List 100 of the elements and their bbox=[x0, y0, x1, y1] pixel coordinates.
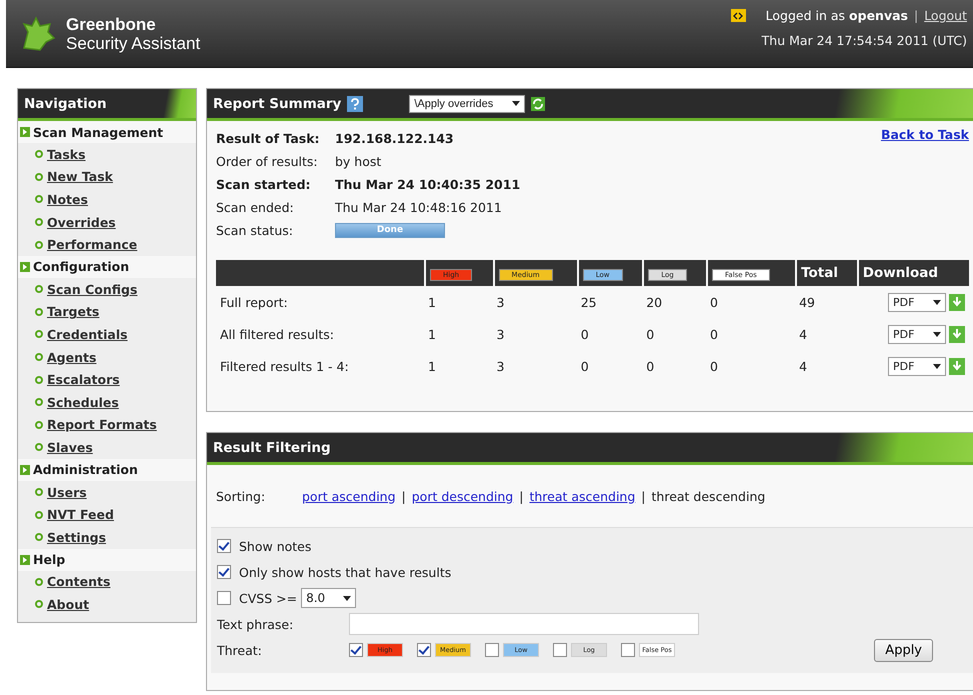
sort-option: threat descending bbox=[652, 488, 766, 504]
sort-link[interactable]: port ascending bbox=[302, 488, 396, 504]
checkbox[interactable] bbox=[621, 643, 635, 657]
sort-link[interactable]: port descending bbox=[412, 488, 514, 504]
panel-title: Report Summary bbox=[213, 96, 342, 112]
checkbox[interactable] bbox=[417, 643, 431, 657]
nav-link[interactable]: Schedules bbox=[47, 394, 119, 410]
bullet-icon bbox=[35, 443, 43, 452]
format-select[interactable]: PDF bbox=[888, 356, 946, 376]
row-label: All filtered results: bbox=[220, 326, 334, 342]
bullet-icon bbox=[35, 510, 43, 519]
text-phrase-field[interactable] bbox=[349, 613, 699, 635]
bullet-icon bbox=[35, 353, 43, 362]
bullet-icon bbox=[35, 172, 43, 181]
table-cell: 4 bbox=[799, 358, 808, 374]
table-cell: 0 bbox=[646, 326, 654, 342]
separator: | bbox=[402, 488, 406, 504]
table-cell: 1 bbox=[428, 326, 436, 342]
table-cell: 0 bbox=[710, 358, 718, 374]
nav-link[interactable]: Performance bbox=[47, 237, 138, 252]
nav-link[interactable]: Credentials bbox=[47, 326, 128, 342]
checkbox[interactable] bbox=[485, 643, 499, 657]
bullet-icon bbox=[35, 533, 43, 542]
refresh-icon[interactable] bbox=[531, 96, 546, 110]
download-icon[interactable] bbox=[949, 326, 965, 342]
bullet-icon bbox=[35, 308, 43, 316]
info-label: Order of results: bbox=[216, 154, 319, 169]
caret-icon bbox=[343, 596, 352, 600]
code-icon[interactable] bbox=[730, 9, 746, 22]
checkbox-label: Show notes bbox=[239, 538, 312, 554]
bullet-icon bbox=[35, 600, 43, 608]
table-cell: 1 bbox=[428, 294, 436, 310]
bullet-icon bbox=[35, 578, 43, 586]
table-cell: 0 bbox=[710, 326, 718, 342]
nav-link[interactable]: Contents bbox=[47, 574, 110, 590]
info-label: Scan ended: bbox=[216, 200, 295, 215]
brand-subtitle: Security Assistant bbox=[66, 34, 200, 52]
brand-name: Greenbone bbox=[66, 14, 157, 34]
separator: | bbox=[641, 488, 646, 504]
checkbox[interactable] bbox=[553, 643, 567, 657]
bullet-icon bbox=[35, 420, 43, 429]
info-value: Thu Mar 24 10:48:16 2011 bbox=[335, 200, 502, 215]
nav-link[interactable]: Overrides bbox=[47, 214, 116, 230]
sorting-label: Sorting: bbox=[216, 488, 266, 504]
table-header: Total bbox=[795, 260, 857, 286]
info-label: Result of Task: bbox=[216, 131, 321, 146]
nav-link[interactable]: Report Formats bbox=[47, 417, 157, 432]
nav-link[interactable]: NVT Feed bbox=[47, 507, 114, 522]
table-cell: 0 bbox=[580, 326, 589, 342]
info-label: Scan started: bbox=[216, 177, 312, 192]
caret-icon bbox=[933, 332, 941, 336]
caret-icon bbox=[933, 364, 941, 368]
nav-link[interactable]: Agents bbox=[47, 350, 96, 365]
nav-section-title: Help bbox=[33, 552, 66, 567]
cvss-select[interactable]: 8.0 bbox=[301, 588, 356, 608]
panel-title: Result Filtering bbox=[213, 440, 331, 456]
table-cell: 0 bbox=[710, 294, 718, 310]
bullet-icon bbox=[35, 376, 43, 384]
date-time: Thu Mar 24 17:54:54 2011 (UTC) bbox=[762, 33, 967, 48]
checkbox[interactable] bbox=[349, 643, 363, 657]
table-cell: 0 bbox=[646, 358, 654, 374]
nav-link[interactable]: Tasks bbox=[47, 146, 86, 162]
download-icon[interactable] bbox=[949, 358, 965, 374]
field-label: Threat: bbox=[217, 642, 263, 658]
format-select[interactable]: PDF bbox=[888, 292, 946, 312]
row-label: Filtered results 1 - 4: bbox=[220, 358, 349, 374]
nav-link[interactable]: Escalators bbox=[47, 372, 120, 388]
nav-link[interactable]: Targets bbox=[47, 304, 100, 320]
separator: | bbox=[519, 488, 524, 504]
apply-button[interactable]: Apply bbox=[874, 638, 933, 662]
table-cell: 0 bbox=[580, 358, 589, 374]
back-link[interactable]: Back to Task bbox=[880, 127, 969, 242]
nav-link[interactable]: Users bbox=[47, 484, 87, 500]
help-icon[interactable] bbox=[347, 96, 364, 112]
table-cell: 25 bbox=[580, 294, 597, 310]
nav-link[interactable]: New Task bbox=[47, 169, 113, 184]
nav-section-title: Scan Management bbox=[33, 124, 164, 140]
format-select[interactable]: PDF bbox=[888, 324, 946, 344]
table-cell: 4 bbox=[799, 326, 808, 342]
nav-link[interactable]: Settings bbox=[47, 530, 106, 545]
nav-link[interactable]: Scan Configs bbox=[47, 282, 138, 297]
nav-link[interactable]: Slaves bbox=[47, 440, 93, 455]
checkbox[interactable] bbox=[217, 565, 231, 579]
status-text: Done bbox=[376, 224, 404, 237]
separator: | bbox=[914, 8, 918, 23]
logout-link[interactable]: Logout bbox=[924, 8, 967, 23]
overrides-select[interactable]: \Apply overrides bbox=[409, 94, 526, 112]
nav-link[interactable]: Notes bbox=[47, 192, 88, 207]
bullet-icon bbox=[35, 218, 43, 226]
nav-link[interactable]: About bbox=[47, 596, 90, 612]
checkbox[interactable] bbox=[217, 539, 231, 553]
table-cell: 49 bbox=[799, 294, 816, 310]
checkbox[interactable] bbox=[217, 591, 231, 605]
download-icon[interactable] bbox=[949, 294, 965, 310]
info-value: by host bbox=[335, 154, 382, 169]
info-value: Thu Mar 24 10:40:35 2011 bbox=[335, 177, 520, 192]
info-value: 192.168.122.143 bbox=[335, 131, 454, 146]
sort-link[interactable]: threat ascending bbox=[529, 488, 636, 504]
bullet-icon bbox=[35, 240, 43, 249]
table-cell: 3 bbox=[496, 294, 504, 310]
